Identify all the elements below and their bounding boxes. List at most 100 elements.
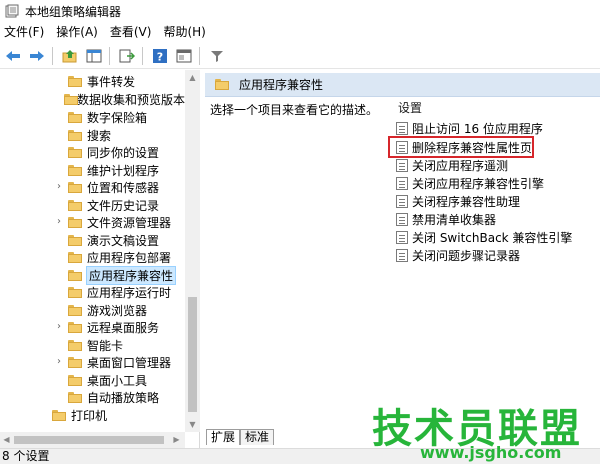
menu-bar: 文件(F) 操作(A) 查看(V) 帮助(H) [0,22,600,43]
red-annotation-box [388,136,534,158]
tree-item[interactable]: ›数字保险箱 [0,108,185,126]
folder-icon [68,339,82,351]
tree-item[interactable]: ›智能卡 [0,336,185,354]
tree-item[interactable]: › 桌面窗口管理器 [0,353,185,371]
policy-setting-icon [396,158,408,172]
properties-icon [176,49,192,62]
back-button[interactable] [2,45,24,67]
policy-item[interactable]: 关闭 SwitchBack 兼容性引擎 [396,228,572,246]
policy-item[interactable]: 关闭程序兼容性助理 [396,192,520,210]
folder-icon [68,199,82,211]
folder-icon [68,251,82,263]
filter-button[interactable] [206,45,228,67]
back-arrow-icon [6,50,20,61]
menu-file[interactable]: 文件(F) [0,22,52,43]
scroll-right-icon[interactable]: ▶ [172,435,181,444]
filter-icon [211,50,223,62]
description-text: 选择一个项目来查看它的描述。 [210,103,379,117]
policy-setting-icon [396,212,408,226]
policy-item[interactable]: 关闭应用程序遥测 [396,156,508,174]
tree-vertical-scrollbar[interactable]: ▲ ▼ [185,70,200,432]
policy-item[interactable]: 关闭应用程序兼容性引擎 [396,174,544,192]
policy-item[interactable]: 禁用清单收集器 [396,210,496,228]
show-hide-tree-button[interactable] [83,45,105,67]
tree-item[interactable]: › 文件资源管理器 [0,213,185,231]
up-folder-button[interactable] [59,45,81,67]
menu-action[interactable]: 操作(A) [52,22,106,43]
status-text: 8 个设置 [2,449,50,463]
console-tree-icon [86,49,102,62]
help-button[interactable]: ? [149,45,171,67]
policy-editor-icon [5,4,19,18]
policy-setting-icon [396,248,408,262]
expand-chevron-icon[interactable]: › [54,322,64,332]
folder-icon [52,409,66,421]
tree-item[interactable]: ›演示文稿设置 [0,231,185,249]
tab-extended[interactable]: 扩展 [206,429,241,445]
tree-item[interactable]: ›游戏浏览器 [0,301,185,319]
tree-item[interactable]: › 远程桌面服务 [0,318,185,336]
folder-icon [68,374,82,386]
watermark-url: www.jsgho.com [420,443,562,462]
policy-setting-icon [396,176,408,190]
watermark-logo: 技术员联盟 www.jsgho.com [370,396,600,464]
tree-item[interactable]: ›应用程序运行时 [0,283,185,301]
tree-horizontal-scrollbar[interactable]: ◀ ▶ [0,432,185,448]
forward-arrow-icon [30,50,44,61]
folder-icon [68,234,82,246]
folder-icon [68,356,82,368]
tree-item[interactable]: ›自动播放策略 [0,388,185,406]
settings-column-header[interactable]: 设置 [398,99,422,116]
tree-item[interactable]: ›数据收集和预览版本 [0,90,185,108]
properties-button[interactable] [173,45,195,67]
details-pane: 应用程序兼容性 选择一个项目来查看它的描述。 设置 阻止访问 16 位应用程序 … [202,70,600,448]
tree-item[interactable]: ›事件转发 [0,72,185,90]
toolbar-separator [199,46,200,65]
policy-item[interactable]: 阻止访问 16 位应用程序 [396,119,543,137]
policy-setting-icon [396,121,408,135]
scroll-thumb[interactable] [188,297,197,412]
policy-item[interactable]: 关闭问题步骤记录器 [396,246,520,264]
tree-item[interactable]: ›维护计划程序 [0,161,185,179]
folder-icon [68,164,82,176]
folder-icon [215,79,229,90]
tree-item[interactable]: ›同步你的设置 [0,143,185,161]
toolbar-separator [52,46,53,65]
svg-text:?: ? [157,50,163,63]
toolbar: ? [0,43,600,69]
export-list-button[interactable] [116,45,138,67]
scroll-thumb[interactable] [14,436,164,444]
menu-help[interactable]: 帮助(H) [159,22,213,43]
folder-icon [68,321,82,333]
scroll-left-icon[interactable]: ◀ [2,435,11,444]
export-list-icon [119,49,135,62]
window-title: 本地组策略编辑器 [25,4,122,19]
folder-icon [68,129,82,141]
menu-view[interactable]: 查看(V) [106,22,160,43]
tree-item[interactable]: ›桌面小工具 [0,371,185,389]
tree-item-selected[interactable]: ›应用程序兼容性 [0,265,185,285]
policy-setting-icon [396,194,408,208]
up-folder-icon [62,49,77,62]
folder-icon [68,146,82,158]
folder-icon [68,181,82,193]
expand-chevron-icon[interactable]: › [54,357,64,367]
tree-item[interactable]: ›打印机 [0,406,185,424]
tree-item[interactable]: ›文件历史记录 [0,196,185,214]
scroll-down-icon[interactable]: ▼ [188,420,197,429]
tree-item[interactable]: › 位置和传感器 [0,178,185,196]
folder-icon [68,75,82,87]
tab-standard[interactable]: 标准 [240,429,275,445]
details-header: 应用程序兼容性 [205,73,600,97]
policy-setting-icon [396,230,408,244]
forward-button[interactable] [26,45,48,67]
tree-item[interactable]: ›应用程序包部署 [0,248,185,266]
folder-icon [68,269,82,281]
console-tree: ›事件转发 ›数据收集和预览版本 ›数字保险箱 ›搜索 ›同步你的设置 ›维护计… [0,70,200,448]
details-header-title: 应用程序兼容性 [239,78,324,92]
scroll-up-icon[interactable]: ▲ [188,73,197,82]
expand-chevron-icon[interactable]: › [54,217,64,227]
tree-item[interactable]: ›搜索 [0,126,185,144]
folder-icon [68,216,82,228]
expand-chevron-icon[interactable]: › [54,182,64,192]
